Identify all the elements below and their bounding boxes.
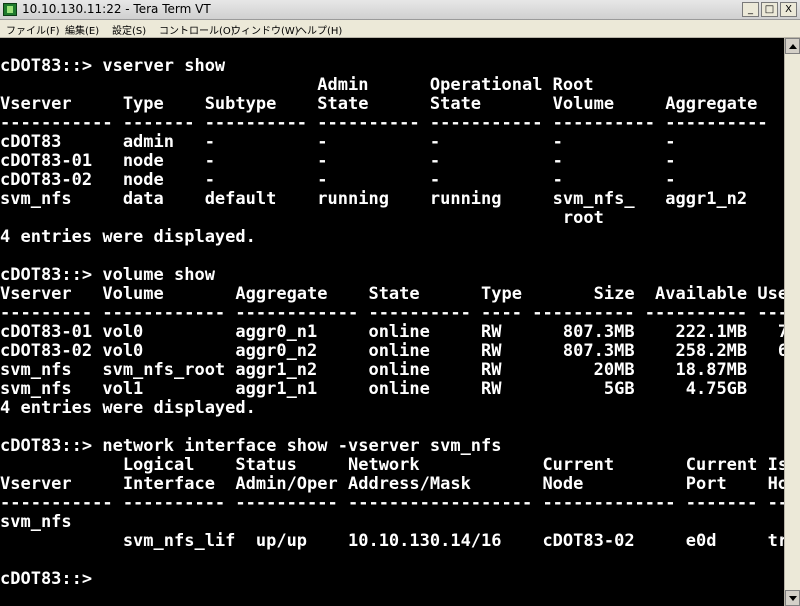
menu-edit[interactable]: 編集(E) <box>65 22 99 37</box>
terminal-line: cDOT83::> network interface show -vserve… <box>0 436 502 456</box>
terminal-line: cDOT83::> volume show <box>0 265 215 285</box>
terminal-line: ----------- ------- ---------- ---------… <box>0 113 768 133</box>
terminal-line: Vserver Type Subtype State State Volume … <box>0 94 758 114</box>
terminal-line: Logical Status Network Current Current I… <box>0 455 784 475</box>
terminal-line: cDOT83 admin - - - - - <box>0 132 676 152</box>
menu-window[interactable]: ウィンドウ(W) <box>231 22 299 37</box>
menu-settings[interactable]: 設定(S) <box>112 22 146 37</box>
scroll-down-arrow-icon[interactable] <box>785 590 800 606</box>
title-bar[interactable]: 10.10.130.11:22 - Tera Term VT _ □ X <box>0 0 800 20</box>
window-title: 10.10.130.11:22 - Tera Term VT <box>22 2 211 16</box>
terminal-screen[interactable]: cDOT83::> vserver show Admin Operational… <box>0 38 784 606</box>
terminal-line: root <box>0 208 604 228</box>
terminal-line: --------- ------------ ------------ ----… <box>0 303 784 323</box>
terminal-line: svm_nfs vol1 aggr1_n1 online RW 5GB 4.75… <box>0 379 784 399</box>
terminal-line: 4 entries were displayed. <box>0 398 256 418</box>
vertical-scrollbar[interactable] <box>784 38 800 606</box>
terminal-line: Vserver Interface Admin/Oper Address/Mas… <box>0 474 784 494</box>
terminal-line: cDOT83::> <box>0 569 93 589</box>
terminal-line: svm_nfs <box>0 512 72 532</box>
terminal-line: Vserver Volume Aggregate State Type Size… <box>0 284 784 304</box>
terminal-line: cDOT83-02 node - - - - - <box>0 170 676 190</box>
terminal-line: svm_nfs svm_nfs_root aggr1_n2 online RW … <box>0 360 784 380</box>
terminal-line: svm_nfs_lif up/up 10.10.130.14/16 cDOT83… <box>0 531 784 551</box>
menu-help[interactable]: ヘルプ(H) <box>297 22 342 37</box>
close-button[interactable]: X <box>780 2 797 17</box>
terminal-line: Admin Operational Root <box>0 75 594 95</box>
menu-control[interactable]: コントロール(O) <box>159 22 235 37</box>
scroll-up-arrow-icon[interactable] <box>785 38 800 54</box>
maximize-button[interactable]: □ <box>761 2 778 17</box>
terminal-line: cDOT83-02 vol0 aggr0_n2 online RW 807.3M… <box>0 341 784 361</box>
terminal-line: svm_nfs data default running running svm… <box>0 189 748 209</box>
terminal-line: cDOT83-01 vol0 aggr0_n1 online RW 807.3M… <box>0 322 784 342</box>
terminal-line: cDOT83-01 node - - - - - <box>0 151 676 171</box>
terminal-line: 4 entries were displayed. <box>0 227 256 247</box>
terminal-line: cDOT83::> vserver show <box>0 56 226 76</box>
teraterm-app-icon[interactable] <box>3 3 17 16</box>
menu-bar: ファイル(F) 編集(E) 設定(S) コントロール(O) ウィンドウ(W) ヘ… <box>0 20 800 38</box>
minimize-button[interactable]: _ <box>742 2 759 17</box>
menu-file[interactable]: ファイル(F) <box>6 22 60 37</box>
terminal-line: ----------- ---------- ---------- ------… <box>0 493 784 513</box>
